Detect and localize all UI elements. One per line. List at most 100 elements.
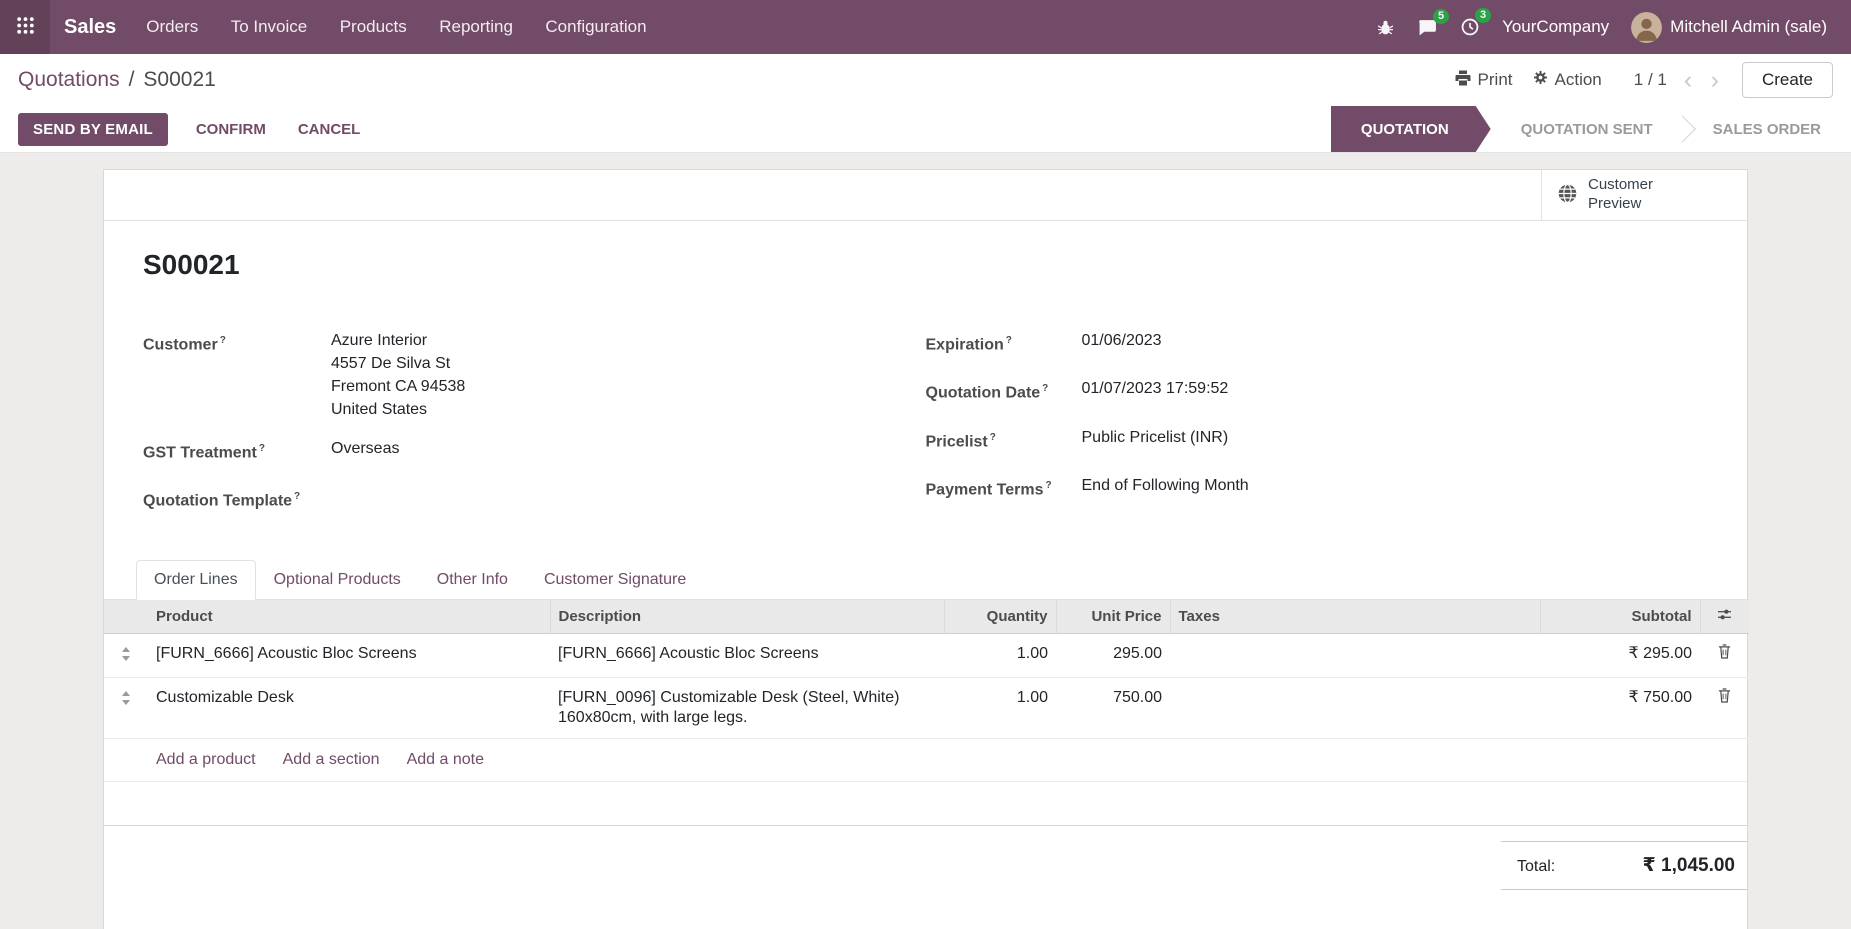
table-footer-space [104, 782, 1747, 826]
app-name[interactable]: Sales [50, 16, 132, 39]
printer-icon [1455, 70, 1471, 91]
field-group: Customer? Azure Interior 4557 De Silva S… [143, 329, 1708, 534]
pager-next-button[interactable]: › [1704, 68, 1726, 93]
line-unit-price[interactable]: 750.00 [1056, 677, 1170, 738]
quotation-date-value[interactable]: 01/07/2023 17:59:52 [1082, 377, 1229, 404]
customer-value[interactable]: Azure Interior [331, 329, 465, 352]
systray: 5 3 YourCompany Mitchell Admin (sale) [1368, 12, 1835, 43]
pricelist-value[interactable]: Public Pricelist (INR) [1082, 426, 1229, 453]
product-column-header[interactable]: Product [148, 600, 550, 634]
description-column-header[interactable]: Description [550, 600, 944, 634]
pricelist-label: Pricelist? [926, 426, 1082, 453]
form-view: Customer Preview S00021 Customer? Azure … [0, 153, 1851, 929]
customer-preview-label: Customer Preview [1588, 176, 1678, 214]
debug-bug-icon[interactable] [1368, 19, 1403, 36]
line-subtotal: ₹ 295.00 [1540, 633, 1700, 677]
messages-badge: 5 [1433, 9, 1449, 24]
messages-icon[interactable]: 5 [1409, 19, 1446, 36]
apps-menu-button[interactable] [0, 0, 50, 54]
status-sales-order[interactable]: SALES ORDER [1683, 106, 1851, 152]
line-product[interactable]: Customizable Desk [148, 677, 550, 738]
subtotal-column-header[interactable]: Subtotal [1540, 600, 1700, 634]
add-a-section-link[interactable]: Add a section [283, 751, 380, 769]
menu-configuration[interactable]: Configuration [531, 0, 660, 54]
taxes-column-header[interactable]: Taxes [1170, 600, 1540, 634]
activities-clock-icon[interactable]: 3 [1452, 18, 1488, 36]
menu-orders[interactable]: Orders [132, 0, 212, 54]
line-product[interactable]: [FURN_6666] Acoustic Bloc Screens [148, 633, 550, 677]
add-a-product-link[interactable]: Add a product [156, 751, 256, 769]
help-marker: ? [220, 335, 226, 346]
tab-order-lines[interactable]: Order Lines [136, 560, 256, 600]
order-line-row: [FURN_6666] Acoustic Bloc Screens [FURN_… [104, 633, 1749, 677]
unit-price-column-header[interactable]: Unit Price [1056, 600, 1170, 634]
apps-grid-icon [16, 16, 35, 38]
help-marker: ? [1045, 480, 1051, 491]
action-bar: SEND BY EMAIL CONFIRM CANCEL QUOTATION Q… [0, 106, 1851, 153]
menu-reporting[interactable]: Reporting [425, 0, 527, 54]
line-taxes[interactable] [1170, 677, 1540, 738]
line-taxes[interactable] [1170, 633, 1540, 677]
help-marker: ? [990, 432, 996, 443]
status-quotation-sent[interactable]: QUOTATION SENT [1491, 106, 1683, 152]
customer-address-line-3: United States [331, 398, 465, 421]
quantity-column-header[interactable]: Quantity [944, 600, 1056, 634]
action-label: Action [1555, 70, 1602, 90]
help-marker: ? [1006, 335, 1012, 346]
line-description[interactable]: [FURN_0096] Customizable Desk (Steel, Wh… [550, 677, 944, 738]
control-panel: Quotations / S00021 Print Action 1 / 1 ‹… [0, 54, 1851, 106]
breadcrumb: Quotations / S00021 [18, 68, 216, 92]
sheet-topbar: Customer Preview [104, 170, 1747, 221]
line-quantity[interactable]: 1.00 [944, 677, 1056, 738]
user-name: Mitchell Admin (sale) [1670, 17, 1827, 37]
line-add-links: Add a product Add a section Add a note [104, 739, 1747, 782]
optional-columns-button[interactable] [1700, 600, 1749, 634]
drag-handle-icon[interactable] [104, 633, 148, 677]
quotation-date-label: Quotation Date? [926, 377, 1082, 404]
menu-to-invoice[interactable]: To Invoice [217, 0, 322, 54]
breadcrumb-current: S00021 [143, 68, 215, 92]
tab-other-info[interactable]: Other Info [419, 560, 526, 600]
top-navbar: Sales Orders To Invoice Products Reporti… [0, 0, 1851, 54]
tab-customer-signature[interactable]: Customer Signature [526, 560, 704, 600]
add-a-note-link[interactable]: Add a note [407, 751, 484, 769]
notebook-tabs: Order Lines Optional Products Other Info… [104, 560, 1747, 600]
line-description[interactable]: [FURN_6666] Acoustic Bloc Screens [550, 633, 944, 677]
menu-products[interactable]: Products [326, 0, 421, 54]
action-button[interactable]: Action [1523, 64, 1612, 96]
breadcrumb-separator: / [129, 68, 135, 92]
statusbar: QUOTATION QUOTATION SENT SALES ORDER [1331, 106, 1851, 152]
gst-treatment-label: GST Treatment? [143, 437, 331, 464]
help-marker: ? [259, 443, 265, 454]
create-button[interactable]: Create [1742, 62, 1833, 98]
sliders-icon [1717, 608, 1732, 625]
tab-optional-products[interactable]: Optional Products [256, 560, 419, 600]
pager-previous-button[interactable]: ‹ [1677, 68, 1699, 93]
send-by-email-button[interactable]: SEND BY EMAIL [18, 113, 168, 146]
customer-preview-button[interactable]: Customer Preview [1541, 170, 1747, 220]
expiration-value[interactable]: 01/06/2023 [1082, 329, 1162, 356]
payment-terms-label: Payment Terms? [926, 474, 1082, 501]
drag-handle-icon[interactable] [104, 677, 148, 738]
notebook: Order Lines Optional Products Other Info… [104, 560, 1747, 890]
company-switcher[interactable]: YourCompany [1494, 17, 1617, 37]
help-marker: ? [294, 491, 300, 502]
customer-address-line-1: 4557 De Silva St [331, 352, 465, 375]
avatar [1631, 12, 1662, 43]
order-line-row: Customizable Desk [FURN_0096] Customizab… [104, 677, 1749, 738]
line-quantity[interactable]: 1.00 [944, 633, 1056, 677]
delete-line-icon[interactable] [1700, 677, 1749, 738]
gst-treatment-value[interactable]: Overseas [331, 437, 399, 464]
expiration-label: Expiration? [926, 329, 1082, 356]
totals-box: Total: ₹ 1,045.00 [1501, 841, 1747, 890]
cancel-button[interactable]: CANCEL [286, 113, 373, 146]
total-label: Total: [1517, 858, 1555, 876]
payment-terms-value[interactable]: End of Following Month [1082, 474, 1249, 501]
print-button[interactable]: Print [1445, 64, 1523, 97]
delete-line-icon[interactable] [1700, 633, 1749, 677]
line-unit-price[interactable]: 295.00 [1056, 633, 1170, 677]
confirm-button[interactable]: CONFIRM [184, 113, 278, 146]
user-menu[interactable]: Mitchell Admin (sale) [1623, 12, 1835, 43]
breadcrumb-quotations[interactable]: Quotations [18, 68, 120, 92]
status-quotation[interactable]: QUOTATION [1331, 106, 1491, 152]
